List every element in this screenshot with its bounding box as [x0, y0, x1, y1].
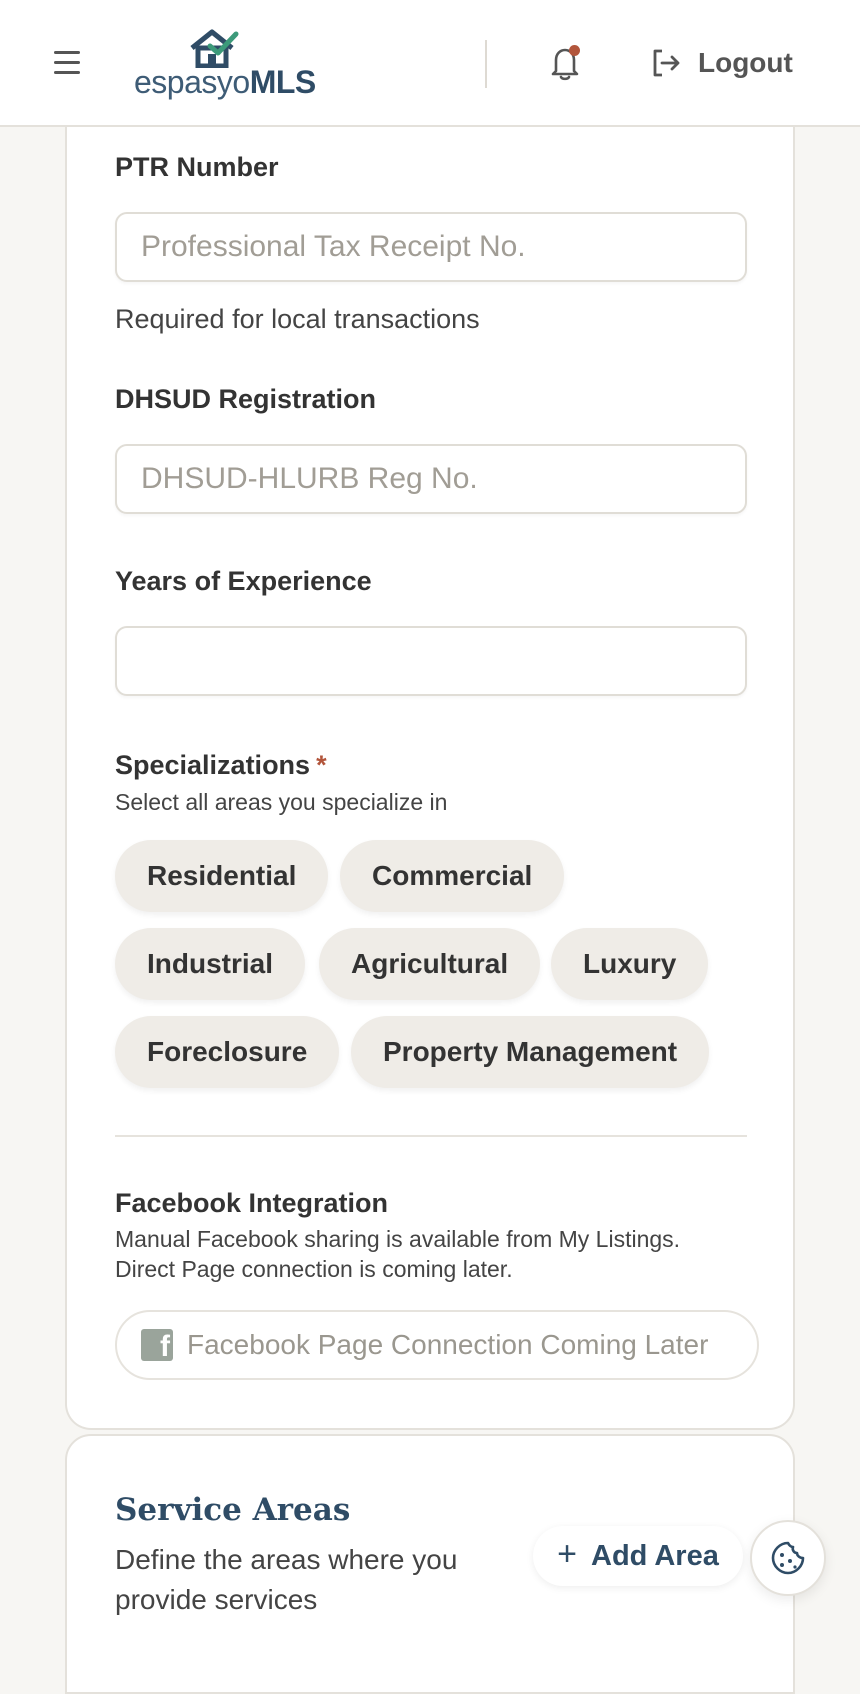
section-divider: [115, 1135, 747, 1137]
add-area-label: Add Area: [591, 1539, 719, 1572]
house-check-icon: [190, 29, 239, 68]
dhsud-registration-input[interactable]: [115, 444, 747, 514]
specializations-label-text: Specializations: [115, 750, 311, 780]
chip-residential[interactable]: Residential: [115, 840, 329, 912]
service-areas-description: Define the areas where you provide servi…: [115, 1544, 458, 1615]
experience-label: Years of Experience: [115, 566, 372, 596]
chip-luxury[interactable]: Luxury: [551, 928, 709, 1000]
facebook-desc-line2: Direct Page connection is coming later.: [115, 1256, 513, 1282]
specializations-label: Specializations *: [115, 750, 327, 781]
dhsud-label: DHSUD Registration: [115, 384, 377, 414]
facebook-icon: [141, 1329, 173, 1364]
logo-text-bold: MLS: [249, 64, 317, 100]
ptr-label: PTR Number: [115, 152, 279, 182]
chip-agricultural[interactable]: Agricultural: [319, 928, 541, 1000]
logo-wordmark: espasyoMLS: [134, 64, 316, 101]
facebook-connect-label: Facebook Page Connection Coming Later: [187, 1329, 709, 1360]
chip-property-management[interactable]: Property Management: [351, 1016, 710, 1088]
service-areas-card: Service Areas Define the areas where you…: [65, 1434, 795, 1694]
plus-icon: +: [557, 1535, 577, 1573]
top-header: espasyoMLS Logout: [0, 0, 860, 127]
ptr-number-input[interactable]: [115, 212, 747, 282]
logout-button[interactable]: Logout: [650, 42, 793, 84]
header-divider: [485, 40, 487, 88]
logout-icon: [653, 49, 680, 77]
facebook-connect-button[interactable]: Facebook Page Connection Coming Later: [115, 1310, 759, 1380]
cookie-settings-button[interactable]: [750, 1520, 826, 1596]
hamburger-menu-icon[interactable]: [54, 51, 82, 75]
logout-label: Logout: [698, 47, 793, 78]
ptr-help-text: Required for local transactions: [115, 304, 480, 334]
specializations-subtitle: Select all areas you specialize in: [115, 789, 448, 815]
required-mark: *: [316, 750, 327, 780]
years-experience-input[interactable]: [115, 626, 747, 696]
cookie-icon: [771, 1541, 805, 1575]
add-area-button[interactable]: + Add Area: [533, 1526, 743, 1586]
chip-industrial[interactable]: Industrial: [115, 928, 306, 1000]
service-areas-title: Service Areas: [115, 1492, 351, 1528]
notification-dot: [569, 45, 580, 56]
app-logo[interactable]: espasyoMLS: [134, 28, 316, 100]
profile-form-card: PTR Number Required for local transactio…: [65, 110, 795, 1430]
chip-commercial[interactable]: Commercial: [340, 840, 565, 912]
facebook-desc-line1: Manual Facebook sharing is available fro…: [115, 1226, 681, 1252]
logo-text-regular: espasyo: [134, 64, 250, 100]
chip-foreclosure[interactable]: Foreclosure: [115, 1016, 340, 1088]
facebook-integration-label: Facebook Integration: [115, 1188, 389, 1218]
